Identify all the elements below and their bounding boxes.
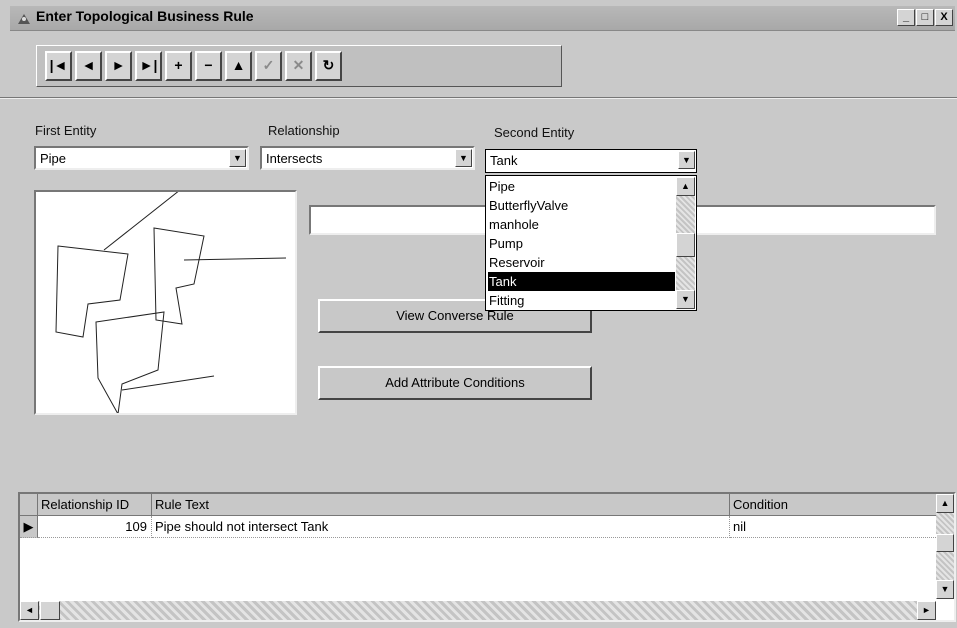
refresh-icon: ↻ [322, 57, 335, 73]
cancel-edit-icon: ✕ [292, 57, 305, 73]
dropdown-option-selected[interactable]: Tank [488, 272, 675, 291]
column-header-condition[interactable]: Condition [730, 494, 938, 516]
dropdown-option[interactable]: Fitting [488, 291, 675, 310]
row-indicator-header [20, 494, 38, 516]
edit-record-button[interactable]: ▲ [225, 51, 252, 81]
relationship-value: Intersects [266, 151, 323, 166]
first-record-button[interactable]: |◄ [45, 51, 72, 81]
window-title: Enter Topological Business Rule [36, 8, 254, 24]
toolbar-divider [0, 97, 957, 99]
first-record-icon: |◄ [49, 57, 68, 73]
close-button[interactable]: X [935, 9, 953, 26]
post-edit-icon: ✓ [262, 57, 275, 73]
title-bar[interactable]: Enter Topological Business Rule _ □ X [10, 6, 955, 31]
column-header-rule-text[interactable]: Rule Text [152, 494, 730, 516]
second-entity-dropdown-list[interactable]: Pipe ButterflyValve manhole Pump Reservo… [485, 175, 697, 311]
second-entity-label: Second Entity [494, 125, 575, 140]
next-record-button[interactable]: ► [105, 51, 132, 81]
first-entity-label: First Entity [35, 123, 97, 138]
scroll-left-icon[interactable]: ◄ [20, 601, 39, 620]
add-record-button[interactable]: + [165, 51, 192, 81]
first-entity-value: Pipe [40, 151, 67, 166]
edit-record-icon: ▲ [231, 57, 246, 73]
record-navigator: |◄ ◄ ► ►| + − ▲ ✓ ✕ ↻ [36, 45, 562, 87]
chevron-down-icon[interactable]: ▼ [229, 149, 246, 167]
scroll-down-icon[interactable]: ▼ [676, 290, 695, 309]
row-pointer-icon[interactable]: ▶ [20, 516, 38, 538]
dropdown-option[interactable]: Pipe [488, 177, 675, 196]
table-cell-relationship-id[interactable]: 109 [38, 516, 152, 538]
dropdown-option[interactable]: manhole [488, 215, 675, 234]
scroll-right-icon[interactable]: ► [917, 601, 936, 620]
add-record-icon: + [174, 57, 183, 73]
scroll-thumb[interactable] [40, 601, 60, 620]
scroll-down-icon[interactable]: ▼ [936, 580, 954, 599]
topology-diagram [34, 189, 297, 416]
relationship-label: Relationship [268, 123, 340, 138]
table-cell-condition[interactable]: nil [730, 516, 938, 538]
grid-vertical-scrollbar[interactable]: ▲ ▼ [936, 494, 954, 599]
maximize-button[interactable]: □ [916, 9, 934, 26]
dropdown-option[interactable]: Reservoir [488, 253, 675, 272]
previous-record-button[interactable]: ◄ [75, 51, 102, 81]
post-edit-button[interactable]: ✓ [255, 51, 282, 81]
rules-grid: Relationship ID Rule Text Condition ▶ 10… [18, 492, 956, 622]
scroll-up-icon[interactable]: ▲ [676, 177, 695, 196]
dropdown-option[interactable]: ButterflyValve [488, 196, 675, 215]
refresh-button[interactable]: ↻ [315, 51, 342, 81]
minimize-button[interactable]: _ [897, 9, 915, 26]
add-attribute-conditions-button[interactable]: Add Attribute Conditions [318, 366, 592, 400]
previous-record-icon: ◄ [81, 57, 96, 73]
chevron-down-icon[interactable]: ▼ [678, 151, 695, 169]
last-record-button[interactable]: ►| [135, 51, 162, 81]
next-record-icon: ► [111, 57, 126, 73]
rule-window: Enter Topological Business Rule _ □ X |◄… [0, 0, 957, 628]
dropdown-option[interactable]: Pump [488, 234, 675, 253]
chevron-down-icon[interactable]: ▼ [455, 149, 472, 167]
second-entity-value: Tank [490, 153, 518, 168]
dropdown-scrollbar[interactable]: ▲ ▼ [676, 177, 695, 309]
column-header-relationship-id[interactable]: Relationship ID [38, 494, 152, 516]
scroll-thumb[interactable] [676, 233, 695, 257]
table-cell-rule-text[interactable]: Pipe should not intersect Tank [152, 516, 730, 538]
grid-horizontal-scrollbar[interactable]: ◄ ► [20, 601, 936, 620]
cancel-edit-button[interactable]: ✕ [285, 51, 312, 81]
relationship-select[interactable]: Intersects ▼ [260, 146, 475, 170]
scroll-thumb[interactable] [936, 534, 954, 552]
delete-record-button[interactable]: − [195, 51, 222, 81]
scroll-up-icon[interactable]: ▲ [936, 494, 954, 513]
last-record-icon: ►| [139, 57, 158, 73]
second-entity-select[interactable]: Tank ▼ [485, 149, 697, 173]
pipe-tank-sketch [55, 189, 287, 416]
app-icon [18, 14, 30, 24]
delete-record-icon: − [204, 57, 213, 73]
first-entity-select[interactable]: Pipe ▼ [34, 146, 249, 170]
